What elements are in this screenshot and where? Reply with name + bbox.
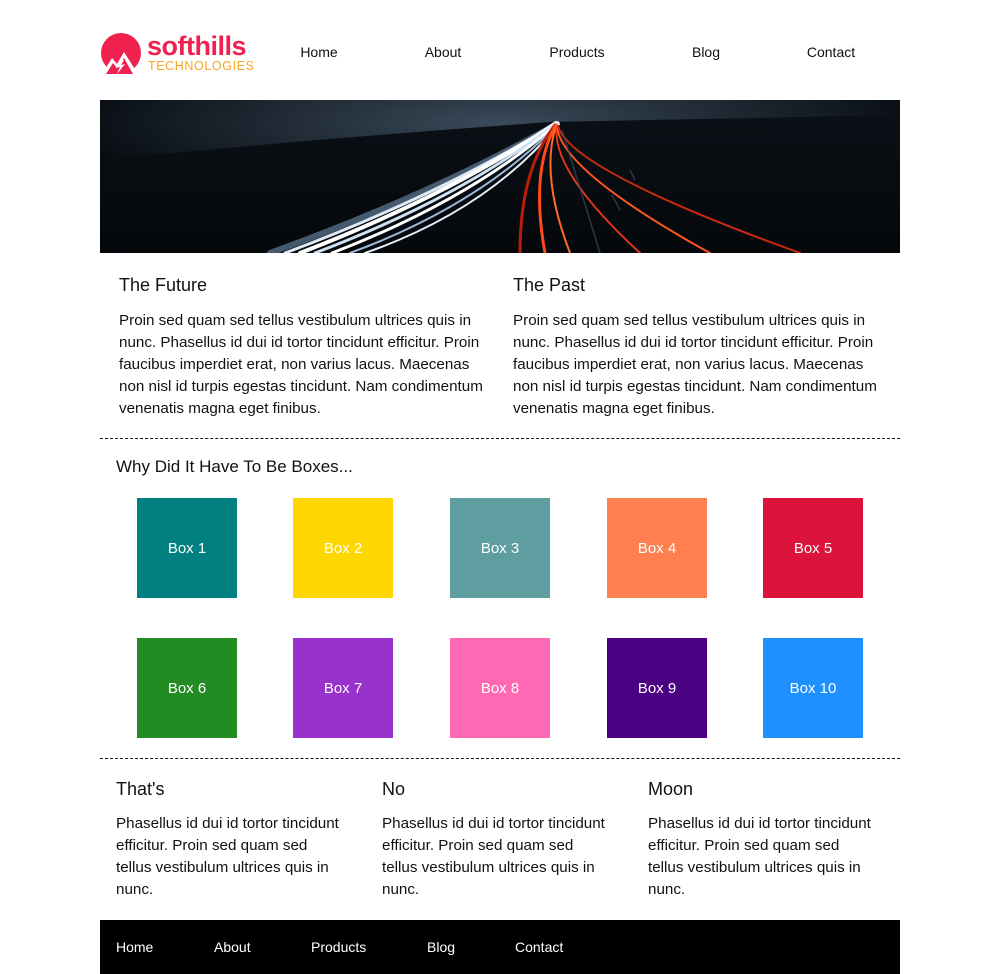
intro-left: The Future Proin sed quam sed tellus ves… bbox=[119, 275, 487, 420]
light-trails-image bbox=[100, 100, 900, 253]
box-7: Box 7 bbox=[293, 638, 393, 738]
box-label: Box 8 bbox=[480, 679, 520, 697]
main-nav: Home About Products Blog Contact bbox=[100, 44, 900, 64]
box-label: Box 9 bbox=[637, 679, 677, 697]
box-label: Box 3 bbox=[480, 539, 520, 557]
box-4: Box 4 bbox=[607, 498, 707, 598]
footer-home[interactable]: Home bbox=[116, 939, 153, 955]
features-section: That's Phasellus id dui id tortor tincid… bbox=[100, 759, 900, 920]
feature-heading: That's bbox=[116, 779, 165, 799]
box-label: Box 1 bbox=[167, 539, 207, 557]
feature-2: No Phasellus id dui id tortor tincidunt … bbox=[382, 779, 612, 901]
box-label: Box 7 bbox=[323, 679, 363, 697]
box-label: Box 10 bbox=[789, 679, 837, 697]
box-6: Box 6 bbox=[137, 638, 237, 738]
box-9: Box 9 bbox=[607, 638, 707, 738]
boxes-heading: Why Did It Have To Be Boxes... bbox=[116, 457, 353, 476]
box-3: Box 3 bbox=[450, 498, 550, 598]
nav-contact[interactable]: Contact bbox=[807, 44, 855, 60]
boxes-section: Why Did It Have To Be Boxes... Box 1 Box… bbox=[100, 439, 900, 758]
site-footer: Home About Products Blog Contact bbox=[100, 920, 900, 974]
footer-products[interactable]: Products bbox=[311, 939, 366, 955]
nav-blog[interactable]: Blog bbox=[692, 44, 720, 60]
footer-about[interactable]: About bbox=[214, 939, 251, 955]
feature-body: Phasellus id dui id tortor tincidunt eff… bbox=[116, 815, 339, 898]
feature-3: Moon Phasellus id dui id tortor tincidun… bbox=[648, 779, 878, 901]
hero-image bbox=[100, 100, 900, 253]
nav-home[interactable]: Home bbox=[300, 44, 337, 60]
intro-right: The Past Proin sed quam sed tellus vesti… bbox=[513, 275, 881, 420]
past-body: Proin sed quam sed tellus vestibulum ult… bbox=[513, 312, 877, 417]
footer-contact[interactable]: Contact bbox=[515, 939, 563, 955]
feature-1: That's Phasellus id dui id tortor tincid… bbox=[116, 779, 346, 901]
feature-heading: No bbox=[382, 779, 406, 799]
box-label: Box 4 bbox=[637, 539, 677, 557]
box-5: Box 5 bbox=[763, 498, 863, 598]
feature-body: Phasellus id dui id tortor tincidunt eff… bbox=[382, 815, 605, 898]
box-label: Box 6 bbox=[167, 679, 207, 697]
box-2: Box 2 bbox=[293, 498, 393, 598]
nav-products[interactable]: Products bbox=[549, 44, 604, 60]
feature-body: Phasellus id dui id tortor tincidunt eff… bbox=[648, 815, 871, 898]
footer-blog[interactable]: Blog bbox=[427, 939, 455, 955]
box-10: Box 10 bbox=[763, 638, 863, 738]
feature-heading: Moon bbox=[648, 779, 694, 799]
future-body: Proin sed quam sed tellus vestibulum ult… bbox=[119, 312, 483, 417]
box-1: Box 1 bbox=[137, 498, 237, 598]
intro-section: The Future Proin sed quam sed tellus ves… bbox=[100, 253, 900, 438]
box-8: Box 8 bbox=[450, 638, 550, 738]
box-label: Box 5 bbox=[793, 539, 833, 557]
past-heading: The Past bbox=[513, 275, 586, 295]
nav-about[interactable]: About bbox=[425, 44, 462, 60]
site-header: softhills TECHNOLOGIES Home About Produc… bbox=[100, 0, 900, 100]
future-heading: The Future bbox=[119, 275, 208, 295]
box-label: Box 2 bbox=[323, 539, 363, 557]
